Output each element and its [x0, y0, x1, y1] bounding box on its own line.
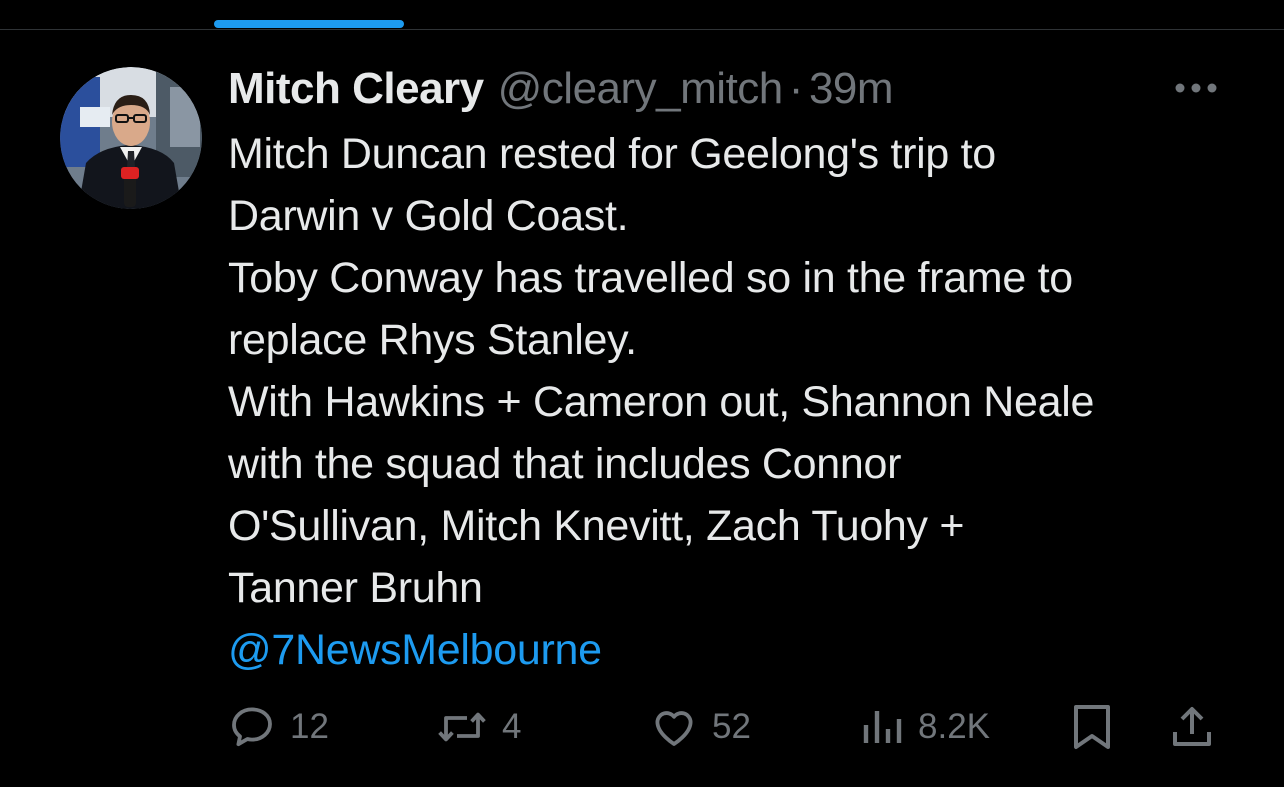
tweet-text-line: replace Rhys Stanley. [228, 316, 637, 364]
bookmark-icon [1074, 705, 1110, 749]
bookmark-button[interactable] [1070, 700, 1114, 754]
tweet-text-line: Tanner Bruhn [228, 564, 483, 612]
reply-button[interactable]: 12 [228, 700, 329, 754]
tweet-text: Mitch Duncan rested for Geelong's trip t… [228, 123, 1238, 681]
mention-link[interactable]: @7NewsMelbourne [228, 619, 1238, 681]
heart-icon [655, 711, 693, 746]
avatar[interactable] [60, 67, 202, 209]
tweet-text-line: Darwin v Gold Coast. [228, 192, 629, 240]
share-icon [1173, 707, 1211, 746]
tab-indicator [214, 20, 404, 28]
tweet-text-line: O'Sullivan, Mitch Knevitt, Zach Tuohy + [228, 502, 965, 550]
retweet-icon [438, 712, 486, 742]
tweet-text-line: With Hawkins + Cameron out, Shannon Neal… [228, 378, 1095, 426]
views-count: 8.2K [918, 707, 990, 746]
tweet-header: Mitch Cleary @cleary_mitch · 39m [228, 62, 894, 116]
display-name[interactable]: Mitch Cleary [228, 64, 484, 114]
separator-dot: · [788, 64, 804, 113]
more-button[interactable] [1168, 74, 1224, 102]
reply-icon [232, 707, 272, 747]
reply-count: 12 [290, 707, 329, 746]
share-button[interactable] [1168, 700, 1216, 754]
views-button[interactable]: 8.2K [860, 700, 990, 754]
more-horizontal-icon [1175, 83, 1217, 93]
like-count: 52 [712, 707, 751, 746]
timestamp[interactable]: 39m [809, 64, 894, 114]
user-handle[interactable]: @cleary_mitch [498, 64, 784, 114]
tweet-text-line: Mitch Duncan rested for Geelong's trip t… [228, 130, 996, 178]
views-icon [863, 711, 902, 743]
tweet-text-line: with the squad that includes Connor [228, 440, 902, 488]
retweet-count: 4 [502, 707, 522, 746]
like-button[interactable]: 52 [650, 700, 751, 754]
retweet-button[interactable]: 4 [436, 700, 521, 754]
top-bar [0, 0, 1284, 30]
action-bar: 12 4 52 8.2K [228, 700, 1228, 754]
tweet-text-line: Toby Conway has travelled so in the fram… [228, 254, 1073, 302]
